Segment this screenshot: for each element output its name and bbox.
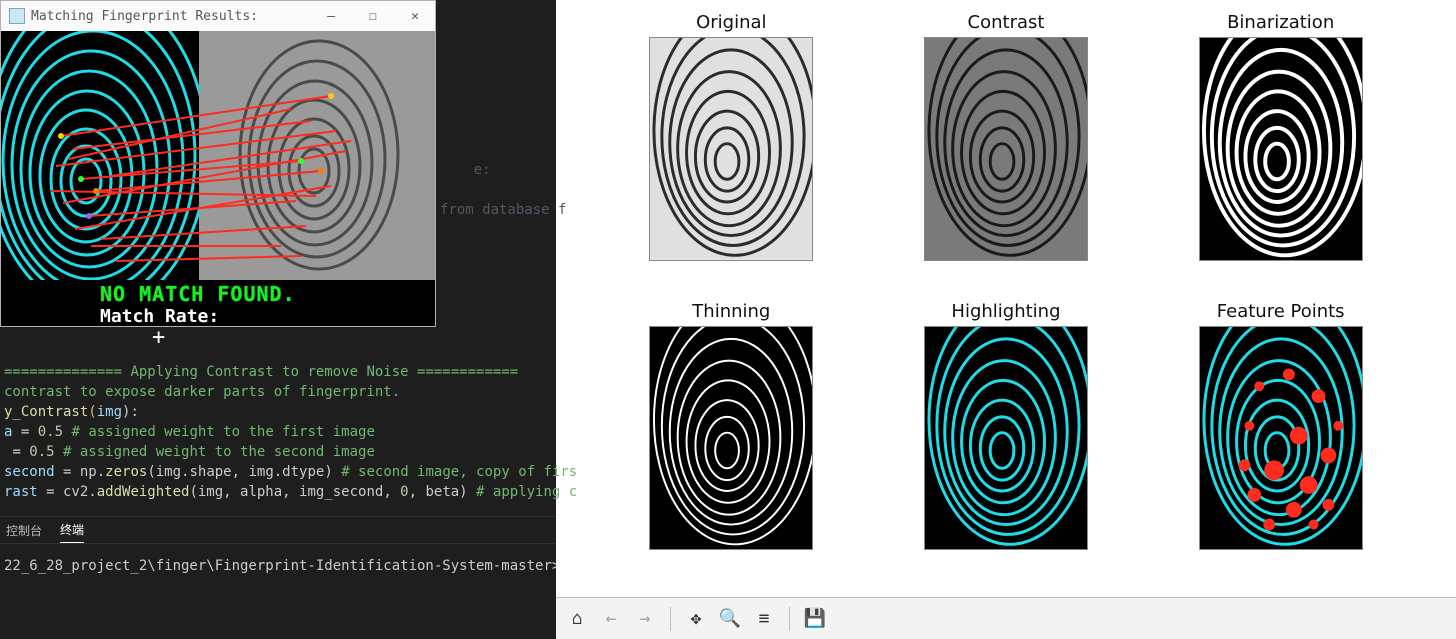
subplot-thinning: Thinning	[649, 301, 813, 586]
back-icon[interactable]: ←	[598, 606, 624, 632]
subplot-title: Thinning	[692, 301, 770, 322]
match-results-image: NO MATCH FOUND. Match Rate: 40.666666666…	[1, 31, 435, 326]
terminal-tabs: 控制台 终端	[0, 516, 556, 544]
subplot-feature-points: Feature Points	[1199, 301, 1363, 586]
app-icon	[9, 8, 25, 24]
plot-grid: Original Contr	[556, 0, 1456, 597]
window-titlebar[interactable]: Matching Fingerprint Results: — ☐ ✕	[1, 1, 435, 31]
subplot-image	[649, 37, 813, 261]
toolbar-separator	[670, 607, 671, 631]
code-behind-line: from database f	[440, 202, 566, 218]
matplotlib-figure: Original Contr	[556, 0, 1456, 639]
tab-terminal[interactable]: 终端	[60, 517, 84, 543]
toolbar-separator	[789, 607, 790, 631]
matplotlib-toolbar: ⌂ ← → ✥ 🔍 ≡ 💾	[556, 597, 1456, 639]
window-title: Matching Fingerprint Results:	[31, 9, 319, 24]
editor-pane: e: from database f Matching Fingerprint …	[0, 0, 556, 639]
zoom-icon[interactable]: 🔍	[717, 606, 743, 632]
code-editor[interactable]: ============== Applying Contrast to remo…	[0, 360, 556, 504]
subplot-title: Original	[696, 12, 766, 33]
subplot-highlighting: Highlighting	[924, 301, 1088, 586]
subplot-image	[924, 37, 1088, 261]
code-behind: e: from database f	[440, 110, 566, 270]
subplot-title: Contrast	[968, 12, 1045, 33]
pan-icon[interactable]: ✥	[683, 606, 709, 632]
tab-console[interactable]: 控制台	[6, 518, 42, 543]
configure-icon[interactable]: ≡	[751, 606, 777, 632]
home-icon[interactable]: ⌂	[564, 606, 590, 632]
subplot-title: Binarization	[1227, 12, 1334, 33]
save-icon[interactable]: 💾	[802, 606, 828, 632]
code-behind-line: e:	[474, 162, 491, 178]
terminal-output[interactable]: 22_6_28_project_2\finger\Fingerprint-Ide…	[0, 556, 556, 577]
match-rate-text: Match Rate: 40.666666666666664%	[5, 306, 431, 326]
maximize-button[interactable]: ☐	[361, 6, 385, 26]
close-button[interactable]: ✕	[403, 6, 427, 26]
forward-icon[interactable]: →	[632, 606, 658, 632]
subplot-binarization: Binarization	[1199, 12, 1363, 297]
subplot-title: Feature Points	[1217, 301, 1345, 322]
subplot-image	[1199, 326, 1363, 550]
cursor-crosshair: +	[152, 325, 165, 350]
subplot-original: Original	[649, 12, 813, 297]
subplot-title: Highlighting	[951, 301, 1060, 322]
match-results-window: Matching Fingerprint Results: — ☐ ✕	[0, 0, 436, 327]
subplot-image	[649, 326, 813, 550]
subplot-contrast: Contrast	[924, 12, 1088, 297]
subplot-image	[924, 326, 1088, 550]
subplot-image	[1199, 37, 1363, 261]
minimize-button[interactable]: —	[319, 6, 343, 26]
